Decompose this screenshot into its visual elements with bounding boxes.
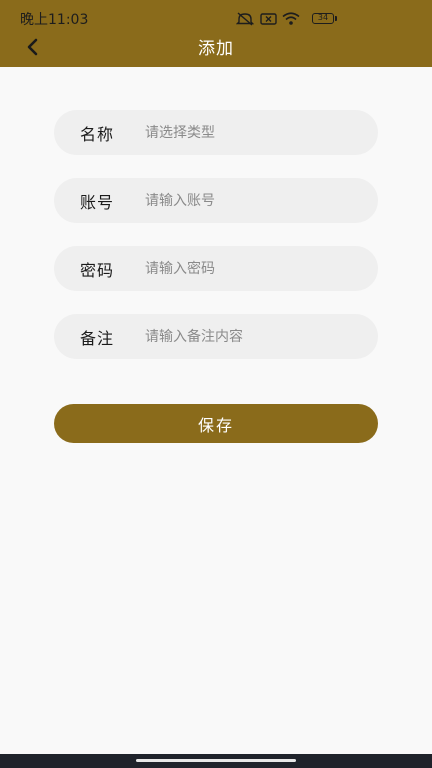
name-field[interactable]: 名称 xyxy=(54,110,378,155)
password-field[interactable]: 密码 xyxy=(54,246,378,291)
note-label: 备注 xyxy=(80,329,115,348)
battery-icon: 34 xyxy=(312,13,334,24)
mute-icon xyxy=(236,12,254,26)
page-title: 添加 xyxy=(198,39,234,59)
wifi-icon xyxy=(282,12,300,25)
name-input[interactable] xyxy=(145,110,365,155)
top-bar: 晚上11:03 34 添加 xyxy=(0,0,432,67)
status-time: 晚上11:03 xyxy=(20,12,89,28)
account-label: 账号 xyxy=(80,193,115,212)
home-indicator[interactable] xyxy=(136,759,296,762)
battery-level: 34 xyxy=(317,13,329,22)
save-button[interactable]: 保存 xyxy=(54,404,378,443)
account-field[interactable]: 账号 xyxy=(54,178,378,223)
system-nav-bar xyxy=(0,754,432,768)
name-label: 名称 xyxy=(80,125,115,144)
password-label: 密码 xyxy=(80,261,115,280)
status-bar: 晚上11:03 34 xyxy=(0,0,432,28)
note-input[interactable] xyxy=(145,314,365,359)
note-field[interactable]: 备注 xyxy=(54,314,378,359)
sim-none-icon xyxy=(260,13,277,25)
account-input[interactable] xyxy=(145,178,365,223)
battery-tip xyxy=(335,16,337,21)
password-input[interactable] xyxy=(145,246,365,291)
